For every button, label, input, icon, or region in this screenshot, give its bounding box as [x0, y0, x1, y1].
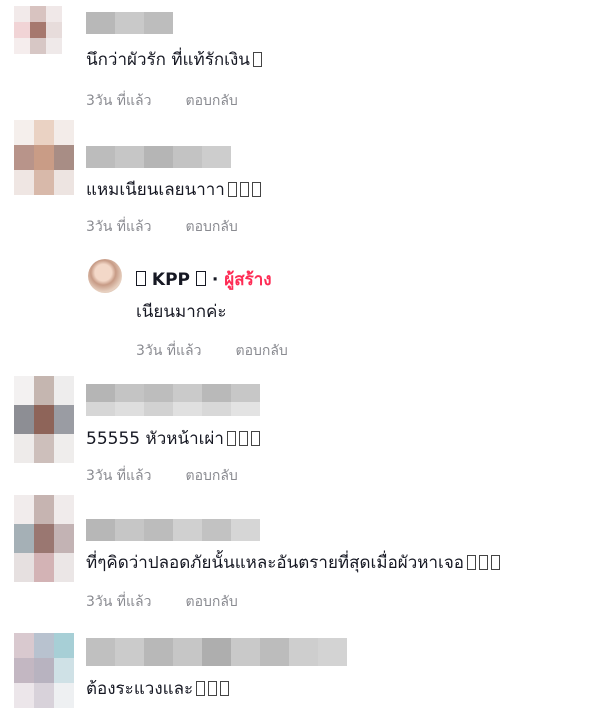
reply-button[interactable]: ตอบกลับ — [185, 468, 237, 484]
emoji-placeholder-icon — [220, 681, 230, 696]
symbol-placeholder-icon — [136, 271, 146, 286]
reply-text: เนียนมากค่ะ — [136, 302, 227, 322]
reply-time: 3วัน ที่แล้ว — [136, 343, 202, 359]
comment-time: 3วัน ที่แล้ว — [86, 468, 152, 484]
emoji-placeholder-icon — [467, 555, 477, 570]
username-blurred[interactable] — [86, 146, 231, 168]
reply-button[interactable]: ตอบกลับ — [185, 219, 237, 235]
username-blurred[interactable] — [86, 519, 260, 541]
comment-text: ที่ๆคิดว่าปลอดภัยนั้นแหละอันตรายที่สุดเม… — [86, 552, 501, 574]
comment-body: แหมเนียนเลยนาาา — [86, 180, 225, 200]
emoji-placeholder-icon — [238, 431, 248, 446]
symbol-placeholder-icon — [195, 271, 206, 286]
emoji-placeholder-icon — [251, 182, 261, 197]
reply-button[interactable]: ตอบกลับ — [235, 343, 287, 359]
emoji-placeholder-icon — [196, 681, 206, 696]
separator-dot: · — [211, 270, 219, 290]
avatar[interactable] — [14, 376, 74, 463]
comment-time: 3วัน ที่แล้ว — [86, 93, 152, 109]
comment-body: ต้องระแวงและ — [86, 679, 194, 699]
avatar[interactable] — [14, 633, 74, 709]
comment-body: นึกว่าผัวรัก ที่แท้รักเงิน — [86, 50, 250, 70]
avatar[interactable] — [14, 120, 74, 195]
emoji-placeholder-icon — [227, 182, 237, 197]
comment-time: 3วัน ที่แล้ว — [86, 219, 152, 235]
emoji-placeholder-icon — [226, 431, 236, 446]
avatar[interactable] — [14, 495, 74, 582]
username-blurred[interactable] — [86, 402, 260, 416]
comment-meta: 3วัน ที่แล้ว ตอบกลับ — [86, 90, 238, 112]
reply-meta: 3วัน ที่แล้ว ตอบกลับ — [136, 340, 288, 362]
emoji-placeholder-icon — [252, 52, 262, 67]
comment-text: 55555 หัวหน้าเผ่า — [86, 428, 260, 450]
creator-badge: ผู้สร้าง — [224, 270, 272, 290]
comment-meta: 3วัน ที่แล้ว ตอบกลับ — [86, 216, 238, 238]
comment-text: ต้องระแวงและ — [86, 678, 230, 700]
comment-text: แหมเนียนเลยนาาา — [86, 179, 261, 201]
creator-avatar[interactable] — [88, 259, 122, 293]
username-blurred[interactable] — [86, 638, 347, 666]
creator-name[interactable]: KPP — [152, 270, 190, 290]
comment-meta: 3วัน ที่แล้ว ตอบกลับ — [86, 591, 238, 613]
emoji-placeholder-icon — [479, 555, 489, 570]
reply-button[interactable]: ตอบกลับ — [185, 594, 237, 610]
comment-body: 55555 หัวหน้าเผ่า — [86, 429, 224, 449]
emoji-placeholder-icon — [250, 431, 260, 446]
emoji-placeholder-icon — [239, 182, 249, 197]
reply-button[interactable]: ตอบกลับ — [185, 93, 237, 109]
username-blurred[interactable] — [86, 12, 173, 34]
avatar[interactable] — [14, 6, 62, 54]
emoji-placeholder-icon — [208, 681, 218, 696]
emoji-placeholder-icon — [491, 555, 501, 570]
comment-time: 3วัน ที่แล้ว — [86, 594, 152, 610]
comment-meta: 3วัน ที่แล้ว ตอบกลับ — [86, 465, 238, 487]
comment-text: นึกว่าผัวรัก ที่แท้รักเงิน — [86, 49, 262, 71]
comment-body: ที่ๆคิดว่าปลอดภัยนั้นแหละอันตรายที่สุดเม… — [86, 553, 465, 573]
creator-header[interactable]: KPP · ผู้สร้าง — [136, 266, 272, 293]
